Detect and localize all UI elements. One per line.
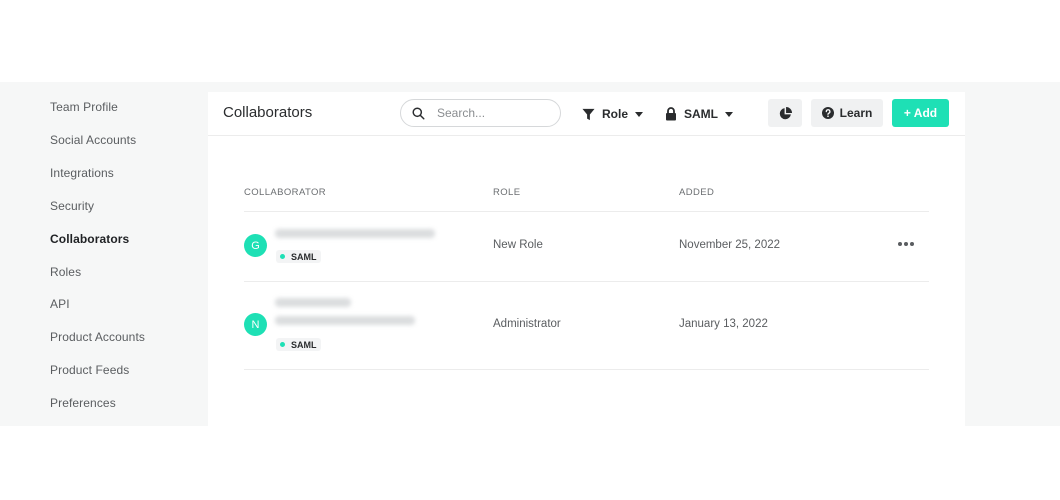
status-dot	[280, 254, 285, 259]
role-cell: New Role	[493, 239, 543, 251]
panel-header: Collaborators Role	[208, 92, 965, 136]
added-cell: January 13, 2022	[679, 318, 768, 330]
added-cell: November 25, 2022	[679, 239, 781, 251]
saml-badge-label: SAML	[291, 339, 317, 350]
role-cell: Administrator	[493, 318, 561, 330]
sidebar-item-integrations[interactable]: Integrations	[50, 166, 114, 180]
table-divider	[244, 281, 929, 282]
add-collaborator-button[interactable]: + Add	[892, 99, 949, 127]
page-title: Collaborators	[223, 104, 313, 121]
saml-filter-label: SAML	[684, 107, 718, 121]
settings-sidebar: Team Profile Social Accounts Integration…	[0, 82, 208, 426]
column-header-added: ADDED	[679, 187, 715, 198]
search-input[interactable]	[437, 105, 555, 121]
saml-filter-dropdown[interactable]: SAML	[665, 105, 733, 123]
learn-label: Learn	[839, 106, 873, 120]
saml-badge: SAML	[276, 250, 321, 263]
lock-icon	[666, 107, 676, 121]
saml-badge-label: SAML	[291, 251, 317, 262]
sidebar-item-preferences[interactable]: Preferences	[50, 396, 116, 410]
column-header-role: ROLE	[493, 187, 521, 198]
search-icon	[412, 107, 425, 120]
role-filter-dropdown[interactable]: Role	[582, 105, 644, 123]
table-divider	[244, 211, 929, 212]
redacted-name	[275, 298, 351, 307]
filter-funnel-icon	[582, 108, 595, 120]
sidebar-item-collaborators[interactable]: Collaborators	[50, 232, 129, 246]
settings-area: Team Profile Social Accounts Integration…	[0, 82, 1060, 426]
table-divider	[244, 369, 929, 370]
redacted-email	[275, 316, 415, 325]
pie-chart-icon	[779, 106, 792, 119]
chevron-down-icon	[635, 111, 644, 117]
search-box[interactable]	[400, 99, 561, 127]
sidebar-item-roles[interactable]: Roles	[50, 265, 81, 279]
sidebar-item-product-feeds[interactable]: Product Feeds	[50, 363, 129, 377]
sidebar-item-api[interactable]: API	[50, 297, 70, 311]
redacted-email	[275, 229, 435, 238]
status-dot	[280, 342, 285, 347]
column-header-collaborator: COLLABORATOR	[244, 187, 327, 198]
sidebar-item-security[interactable]: Security	[50, 199, 94, 213]
sidebar-item-team-profile[interactable]: Team Profile	[50, 100, 118, 114]
collaborators-panel: Collaborators Role	[208, 92, 965, 426]
role-filter-label: Role	[602, 107, 629, 121]
chevron-down-icon	[725, 111, 733, 117]
more-horizontal-icon[interactable]	[898, 242, 914, 246]
question-circle-icon	[821, 107, 834, 119]
avatar: N	[244, 313, 267, 336]
learn-button[interactable]: Learn	[811, 99, 883, 127]
sidebar-item-social-accounts[interactable]: Social Accounts	[50, 133, 136, 147]
report-button[interactable]	[768, 99, 802, 127]
avatar: G	[244, 234, 267, 257]
saml-badge: SAML	[276, 338, 321, 351]
sidebar-item-product-accounts[interactable]: Product Accounts	[50, 330, 145, 344]
